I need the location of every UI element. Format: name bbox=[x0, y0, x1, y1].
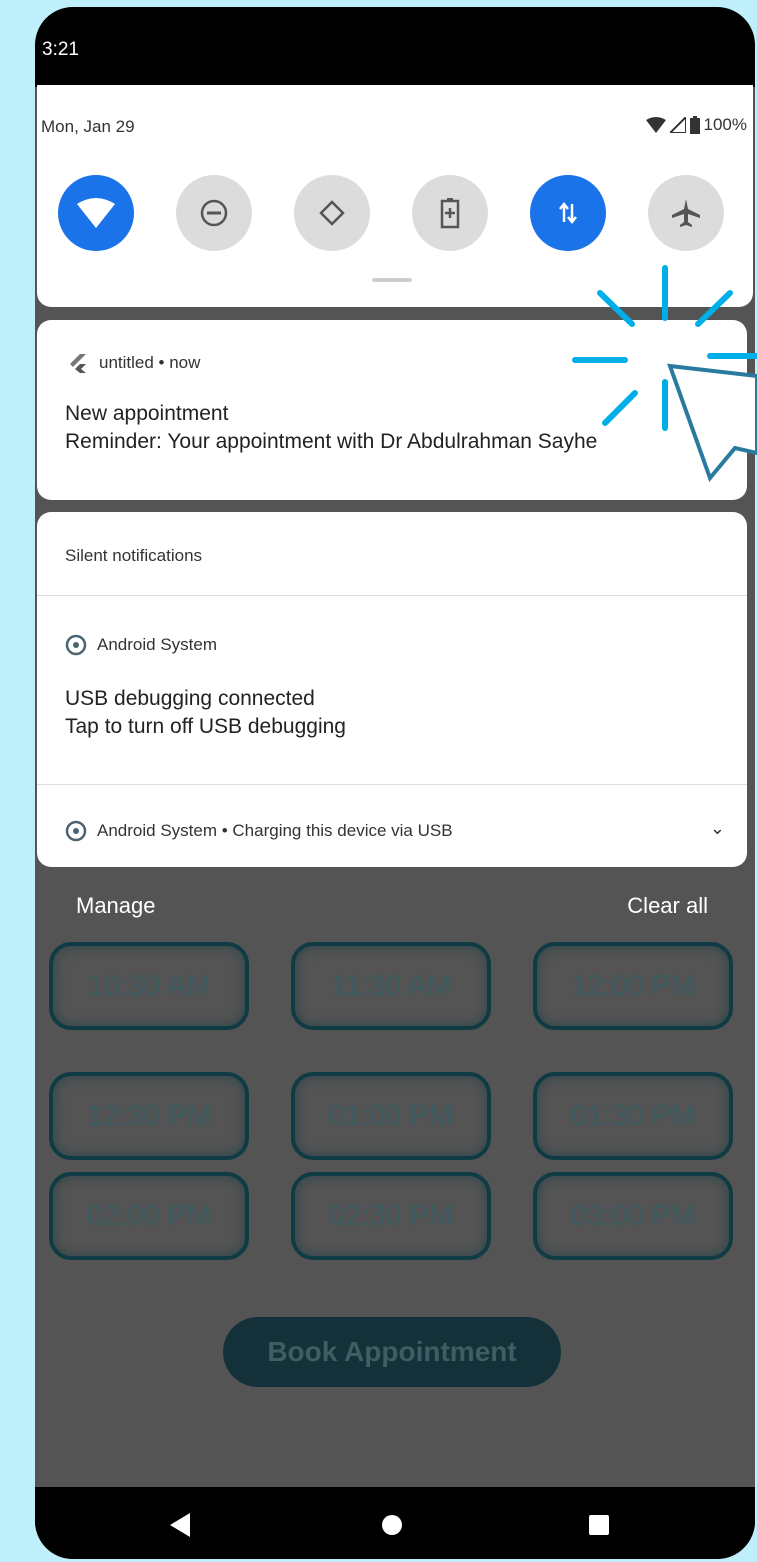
book-appointment-button[interactable]: Book Appointment bbox=[223, 1317, 561, 1387]
clear-all-button[interactable]: Clear all bbox=[627, 893, 708, 919]
phone-screen: 3:21 10:30 AM 11:30 AM 12:00 PM 12:30 PM… bbox=[35, 7, 755, 1559]
back-button[interactable] bbox=[170, 1513, 190, 1537]
usb-notification-header: Android System bbox=[65, 634, 217, 656]
battery-saver-tile[interactable] bbox=[412, 175, 488, 251]
battery-percent: 100% bbox=[703, 115, 747, 134]
time-slot[interactable]: 03:00 PM bbox=[533, 1172, 733, 1260]
time-slot[interactable]: 02:30 PM bbox=[291, 1172, 491, 1260]
charging-notification[interactable]: Android System • Charging this device vi… bbox=[65, 820, 453, 842]
usb-debugging-title[interactable]: USB debugging connected bbox=[65, 687, 315, 711]
mobile-data-icon bbox=[559, 201, 577, 225]
shade-footer: Manage Clear all bbox=[35, 887, 755, 927]
silent-notifications-header: Silent notifications bbox=[65, 546, 203, 565]
silent-notifications-group: Silent notifications Android System USB … bbox=[37, 512, 747, 867]
time-slot[interactable]: 10:30 AM bbox=[49, 942, 249, 1030]
wifi-signal-icon bbox=[645, 117, 666, 133]
drag-handle[interactable] bbox=[372, 278, 412, 282]
airplane-mode-tile[interactable] bbox=[648, 175, 724, 251]
usb-app-name: Android System bbox=[97, 635, 217, 654]
date-label: Mon, Jan 29 bbox=[41, 117, 135, 136]
chevron-down-icon[interactable]: ⌄ bbox=[710, 818, 725, 839]
do-not-disturb-tile[interactable] bbox=[176, 175, 252, 251]
manage-button[interactable]: Manage bbox=[76, 893, 156, 919]
status-time: 3:21 bbox=[42, 39, 79, 60]
do-not-disturb-icon bbox=[200, 199, 228, 227]
time-slot[interactable]: 01:00 PM bbox=[291, 1072, 491, 1160]
notification-header: untitled • now bbox=[67, 352, 200, 374]
usb-debugging-body[interactable]: Tap to turn off USB debugging bbox=[65, 715, 346, 739]
wifi-tile[interactable] bbox=[58, 175, 134, 251]
cell-signal-icon bbox=[669, 117, 686, 133]
flutter-icon bbox=[70, 354, 86, 373]
notification-title: New appointment bbox=[65, 402, 229, 425]
status-icons: 100% bbox=[645, 115, 747, 135]
home-button[interactable] bbox=[382, 1515, 402, 1535]
divider bbox=[37, 784, 747, 785]
navigation-bar bbox=[35, 1487, 755, 1559]
notification-app-name: untitled • now bbox=[99, 353, 201, 372]
battery-icon bbox=[689, 116, 700, 134]
time-slot[interactable]: 02:00 PM bbox=[49, 1172, 249, 1260]
wifi-icon bbox=[77, 198, 115, 228]
click-cursor-icon bbox=[572, 265, 757, 482]
time-slot[interactable]: 11:30 AM bbox=[291, 942, 491, 1030]
android-system-icon bbox=[65, 634, 87, 656]
notification-body: Reminder: Your appointment with Dr Abdul… bbox=[65, 430, 598, 453]
recents-button[interactable] bbox=[589, 1515, 609, 1535]
time-slot[interactable]: 12:30 PM bbox=[49, 1072, 249, 1160]
divider bbox=[37, 595, 747, 596]
mobile-data-tile[interactable] bbox=[530, 175, 606, 251]
android-system-icon bbox=[65, 820, 87, 842]
time-slot[interactable]: 01:30 PM bbox=[533, 1072, 733, 1160]
auto-rotate-tile[interactable] bbox=[294, 175, 370, 251]
time-slot[interactable]: 12:00 PM bbox=[533, 942, 733, 1030]
airplane-icon bbox=[672, 199, 700, 227]
auto-rotate-icon bbox=[319, 200, 345, 226]
battery-saver-icon bbox=[440, 198, 460, 229]
charging-text: Android System • Charging this device vi… bbox=[97, 821, 453, 840]
